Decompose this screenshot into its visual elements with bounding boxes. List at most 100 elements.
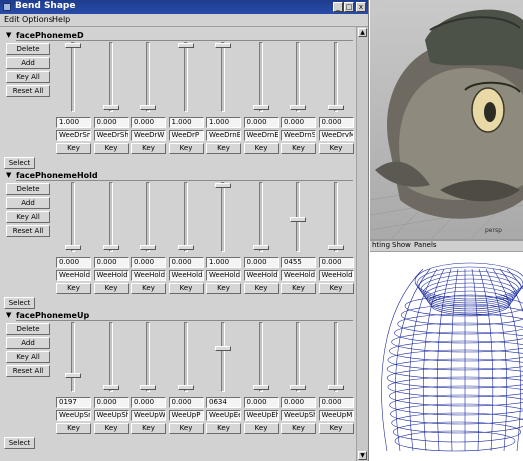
weight-value-field[interactable]: 0.000: [56, 257, 91, 268]
target-name-field[interactable]: WeeHoldE: [243, 270, 279, 281]
select-button[interactable]: Select: [4, 297, 35, 309]
key-button[interactable]: Key: [93, 143, 129, 154]
weight-value-field[interactable]: 0.000: [281, 397, 316, 408]
key-button[interactable]: Key: [206, 423, 241, 434]
weight-slider-thumb[interactable]: [290, 105, 306, 110]
weight-slider-track[interactable]: [333, 182, 338, 252]
menu-options[interactable]: Options: [22, 15, 53, 24]
weight-slider-track[interactable]: [258, 322, 263, 392]
weight-value-field[interactable]: 0.000: [131, 257, 166, 268]
select-button[interactable]: Select: [4, 157, 35, 169]
weight-slider-thumb[interactable]: [140, 105, 156, 110]
target-name-field[interactable]: WeeUpSh: [281, 410, 316, 421]
target-name-field[interactable]: WeeDrnEe: [206, 130, 241, 141]
target-name-field[interactable]: WeeDrnSh: [281, 130, 316, 141]
weight-slider-track[interactable]: [258, 42, 263, 112]
delete-button[interactable]: Delete: [6, 323, 50, 335]
weight-value-field[interactable]: 0.000: [318, 397, 354, 408]
target-name-field[interactable]: WeeHoldP: [168, 270, 204, 281]
key-all-button[interactable]: Key All: [6, 211, 50, 223]
weight-slider-thumb[interactable]: [140, 385, 156, 390]
target-name-field[interactable]: WeeUpSm: [56, 410, 91, 421]
key-button[interactable]: Key: [281, 423, 316, 434]
weight-slider-track[interactable]: [258, 182, 263, 252]
target-name-field[interactable]: WeeUpM: [318, 410, 354, 421]
perspective-viewport[interactable]: persp: [370, 0, 523, 240]
reset-all-button[interactable]: Reset All: [6, 225, 50, 237]
key-button[interactable]: Key: [93, 283, 129, 294]
weight-value-field[interactable]: 1.000: [168, 117, 204, 128]
key-button[interactable]: Key: [93, 423, 129, 434]
weight-value-field[interactable]: 0.000: [243, 117, 279, 128]
delete-button[interactable]: Delete: [6, 43, 50, 55]
collapse-arrow-icon[interactable]: ▼: [6, 31, 11, 39]
weight-slider-track[interactable]: [333, 42, 338, 112]
weight-slider-track[interactable]: [108, 322, 113, 392]
key-all-button[interactable]: Key All: [6, 351, 50, 363]
key-button[interactable]: Key: [131, 143, 166, 154]
weight-value-field[interactable]: 0455: [281, 257, 316, 268]
weight-value-field[interactable]: 0.000: [168, 397, 204, 408]
key-button[interactable]: Key: [56, 143, 91, 154]
target-name-field[interactable]: WeeUpW: [131, 410, 166, 421]
weight-slider-thumb[interactable]: [327, 385, 344, 390]
key-button[interactable]: Key: [318, 423, 354, 434]
weight-slider-thumb[interactable]: [215, 345, 231, 351]
target-name-field[interactable]: WeeDrW: [131, 130, 166, 141]
add-button[interactable]: Add: [6, 197, 50, 209]
key-all-button[interactable]: Key All: [6, 71, 50, 83]
target-name-field[interactable]: WeeDrSm: [56, 130, 91, 141]
target-name-field[interactable]: WeeHoldM: [318, 270, 354, 281]
viewport-menu-show[interactable]: Show: [392, 241, 411, 249]
weight-slider-track[interactable]: [108, 182, 113, 252]
weight-slider-track[interactable]: [183, 42, 188, 112]
weight-slider-thumb[interactable]: [102, 245, 119, 250]
weight-slider-track[interactable]: [71, 182, 75, 252]
weight-slider-thumb[interactable]: [65, 245, 81, 250]
weight-slider-thumb[interactable]: [177, 245, 194, 250]
weight-slider-track[interactable]: [183, 322, 188, 392]
key-button[interactable]: Key: [243, 283, 279, 294]
weight-value-field[interactable]: 0.000: [93, 117, 129, 128]
menu-help[interactable]: Help: [52, 15, 70, 24]
target-name-field[interactable]: WeeUpEh: [243, 410, 279, 421]
weight-value-field[interactable]: 0.000: [93, 257, 129, 268]
key-button[interactable]: Key: [318, 283, 354, 294]
close-button[interactable]: x: [356, 2, 366, 12]
title-bar[interactable]: Bend Shape _ □ x: [0, 0, 368, 14]
weight-value-field[interactable]: 0.000: [131, 397, 166, 408]
weight-value-field[interactable]: 1.000: [206, 117, 241, 128]
target-name-field[interactable]: WeeUpEe: [206, 410, 241, 421]
key-button[interactable]: Key: [131, 283, 166, 294]
weight-slider-track[interactable]: [221, 322, 225, 392]
weight-value-field[interactable]: 0.000: [131, 117, 166, 128]
weight-slider-thumb[interactable]: [252, 245, 269, 250]
vertical-scrollbar[interactable]: ▲ ▼: [356, 27, 368, 461]
key-button[interactable]: Key: [168, 143, 204, 154]
key-button[interactable]: Key: [56, 423, 91, 434]
weight-slider-thumb[interactable]: [102, 385, 119, 390]
weight-slider-thumb[interactable]: [327, 245, 344, 250]
weight-slider-thumb[interactable]: [102, 105, 119, 110]
viewport-menu-lighting[interactable]: hting: [372, 241, 390, 249]
weight-value-field[interactable]: 0.000: [243, 397, 279, 408]
add-button[interactable]: Add: [6, 57, 50, 69]
target-name-field[interactable]: WeeDrnEh: [243, 130, 279, 141]
weight-slider-thumb[interactable]: [177, 385, 194, 390]
scroll-down-icon[interactable]: ▼: [358, 451, 367, 460]
wireframe-viewport[interactable]: hting Show Panels: [370, 241, 523, 461]
key-button[interactable]: Key: [168, 423, 204, 434]
weight-slider-thumb[interactable]: [252, 105, 269, 110]
collapse-arrow-icon[interactable]: ▼: [6, 171, 11, 179]
weight-value-field[interactable]: 1.000: [206, 257, 241, 268]
weight-slider-track[interactable]: [221, 42, 225, 112]
weight-slider-thumb[interactable]: [65, 372, 81, 378]
weight-slider-track[interactable]: [146, 322, 150, 392]
reset-all-button[interactable]: Reset All: [6, 365, 50, 377]
viewport-menu-panels[interactable]: Panels: [414, 241, 437, 249]
target-name-field[interactable]: WeeHoldC: [281, 270, 316, 281]
weight-slider-track[interactable]: [333, 322, 338, 392]
target-name-field[interactable]: WeeDrSh: [93, 130, 129, 141]
key-button[interactable]: Key: [243, 423, 279, 434]
key-button[interactable]: Key: [131, 423, 166, 434]
